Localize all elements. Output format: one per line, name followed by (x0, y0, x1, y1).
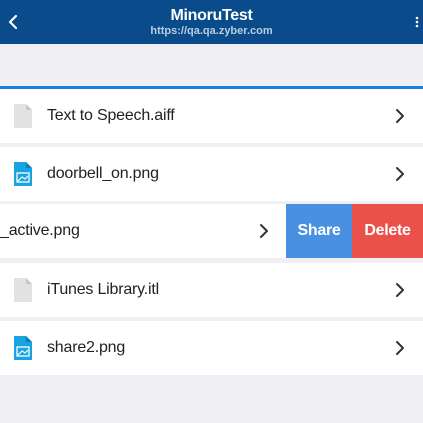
delete-button[interactable]: Delete (352, 204, 423, 258)
file-row-content[interactable]: share2.png (0, 321, 423, 375)
chevron-right-icon (396, 341, 404, 355)
file-row-content[interactable]: _active.png (0, 204, 287, 258)
chevron-right-icon (396, 109, 404, 123)
image-file-icon (14, 336, 32, 360)
chevron-left-icon (8, 14, 18, 30)
file-name: Text to Speech.aiff (47, 107, 175, 124)
file-row-swiped[interactable]: _active.png Share Delete (0, 204, 423, 258)
file-row-content[interactable]: iTunes Library.itl (0, 263, 423, 317)
chevron-right-icon (260, 224, 268, 238)
file-row[interactable]: share2.png (0, 321, 423, 375)
chevron-right-icon (396, 167, 404, 181)
file-row[interactable]: iTunes Library.itl (0, 263, 423, 317)
file-row-content[interactable]: Text to Speech.aiff (0, 89, 423, 143)
file-row[interactable]: doorbell_on.png (0, 147, 423, 201)
file-row[interactable]: Text to Speech.aiff (0, 89, 423, 143)
file-row-content[interactable]: doorbell_on.png (0, 147, 423, 201)
generic-file-icon (14, 278, 32, 302)
back-button[interactable] (0, 0, 26, 44)
page-title: MinoruTest (170, 6, 253, 24)
generic-file-icon (14, 104, 32, 128)
file-name: _active.png (0, 222, 80, 239)
file-name: iTunes Library.itl (47, 281, 159, 298)
share-button[interactable]: Share (286, 204, 352, 258)
image-file-icon (14, 162, 32, 186)
more-options-button[interactable] (411, 0, 423, 44)
navigation-bar: MinoruTest https://qa.qa.zyber.com (0, 0, 423, 44)
header-titles: MinoruTest https://qa.qa.zyber.com (60, 0, 363, 44)
file-name: share2.png (47, 339, 126, 356)
server-url: https://qa.qa.zyber.com (150, 24, 273, 37)
vertical-ellipsis-icon (415, 16, 419, 28)
file-name: doorbell_on.png (47, 165, 159, 182)
chevron-right-icon (396, 283, 404, 297)
